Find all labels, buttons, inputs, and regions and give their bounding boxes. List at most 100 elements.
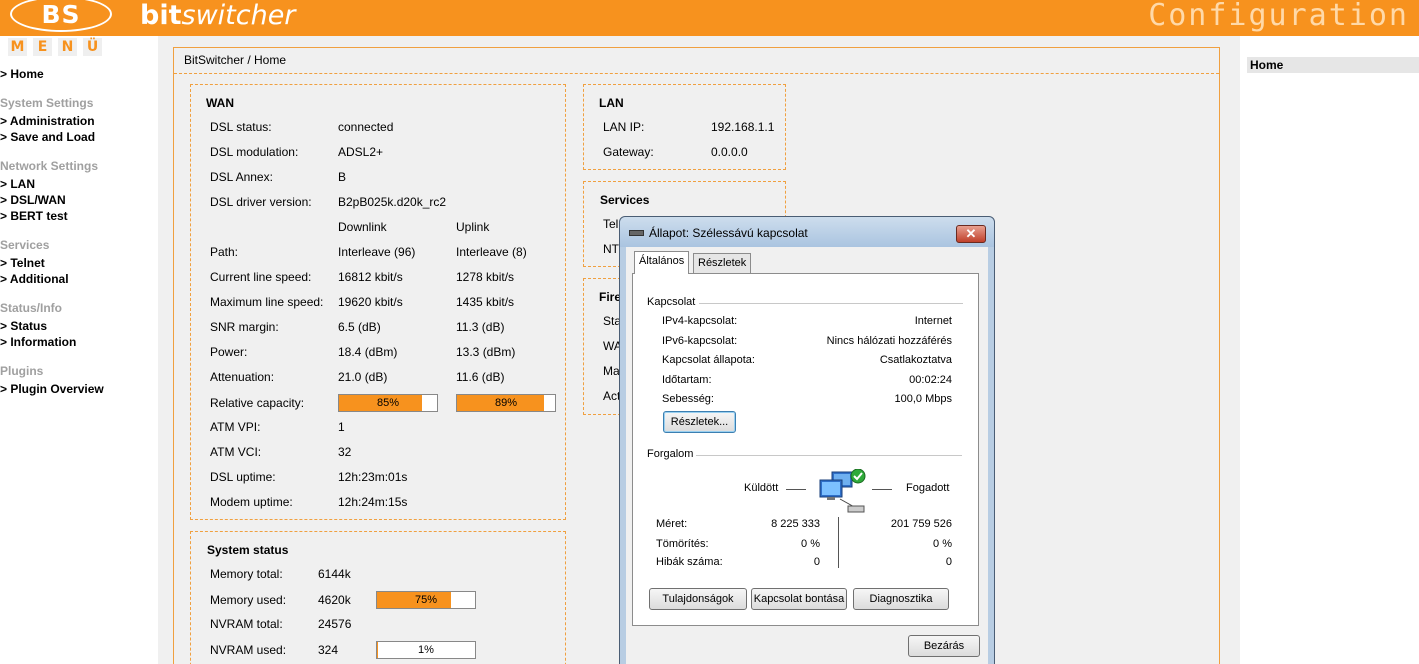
- wan-box: WAN DSL status: connected DSL modulation…: [190, 84, 566, 520]
- menu-item-lan[interactable]: > LAN: [0, 177, 35, 191]
- diagnose-button[interactable]: Diagnosztika: [853, 588, 949, 610]
- ipv6-label: IPv6-kapcsolat:: [662, 335, 738, 347]
- system-status-box: System status Memory total: 6144k Memory…: [190, 531, 566, 664]
- menu-item-information[interactable]: > Information: [0, 335, 76, 349]
- dsl-modulation-label: DSL modulation:: [210, 145, 299, 159]
- menu-item-additional[interactable]: > Additional: [0, 272, 69, 286]
- group-divider: [696, 455, 962, 456]
- disconnect-button[interactable]: Kapcsolat bontása: [751, 588, 847, 610]
- errors-sent: 0: [813, 556, 820, 568]
- dsl-uptime-value: 12h:23m:01s: [338, 470, 408, 484]
- state-label: Kapcsolat állapota:: [662, 354, 755, 366]
- lan-ip-value: 192.168.1.1: [711, 120, 775, 134]
- brand-name: bitswitcher: [140, 0, 296, 31]
- menu-item-telnet[interactable]: > Telnet: [0, 256, 45, 270]
- received-line: [872, 489, 892, 490]
- configuration-title: Configuration: [1148, 0, 1409, 33]
- tab-general[interactable]: Általános: [634, 251, 690, 274]
- close-icon[interactable]: ✕: [956, 225, 986, 243]
- compression-sent: 0 %: [801, 538, 820, 550]
- menu-title: M E N Ü: [8, 38, 102, 56]
- menu-item-dsl-wan[interactable]: > DSL/WAN: [0, 193, 66, 207]
- memory-total-label: Memory total:: [210, 567, 283, 581]
- properties-button[interactable]: Tulajdonságok: [649, 588, 747, 610]
- menu-item-save-load[interactable]: > Save and Load: [0, 130, 95, 144]
- ipv4-label: IPv4-kapcsolat:: [662, 315, 738, 327]
- network-computers-icon: [818, 468, 868, 514]
- relative-capacity-label: Relative capacity:: [210, 396, 305, 410]
- sent-label: Küldött: [744, 482, 779, 494]
- right-panel-home[interactable]: Home: [1247, 57, 1419, 73]
- dsl-annex-label: DSL Annex:: [210, 170, 273, 184]
- size-label: Méret:: [656, 518, 688, 530]
- menu-section-plugins: Plugins: [0, 364, 44, 378]
- wan-title: WAN: [206, 96, 234, 110]
- relative-capacity-up-bar: 89%: [456, 394, 556, 412]
- dialog-body: Általános Részletek Kapcsolat IPv4-kapcs…: [626, 247, 988, 664]
- menu-item-administration[interactable]: > Administration: [0, 114, 95, 128]
- power-up: 13.3 (dBm): [456, 345, 516, 359]
- breadcrumb: BitSwitcher / Home: [184, 53, 287, 67]
- nvram-used-label: NVRAM used:: [210, 643, 287, 657]
- network-adapter-icon: [629, 230, 644, 236]
- ipv4-value: Internet: [914, 315, 952, 327]
- max-speed-up: 1435 kbit/s: [456, 295, 515, 309]
- menu-item-bert-test[interactable]: > BERT test: [0, 209, 68, 223]
- speed-label: Sebesség:: [662, 393, 714, 405]
- current-speed-up: 1278 kbit/s: [456, 270, 515, 284]
- menu-item-status[interactable]: > Status: [0, 319, 47, 333]
- details-button[interactable]: Részletek...: [663, 411, 736, 433]
- close-button[interactable]: Bezárás: [908, 635, 980, 657]
- traffic-group-label: Forgalom: [647, 448, 694, 460]
- snr-down: 6.5 (dB): [338, 320, 381, 334]
- path-label: Path:: [210, 245, 239, 259]
- group-divider: [699, 303, 963, 304]
- errors-received: 0: [945, 556, 952, 568]
- header-bar: BS bitswitcher Configuration: [0, 0, 1419, 36]
- dialog-titlebar[interactable]: Állapot: Szélessávú kapcsolat ✕: [620, 217, 994, 247]
- received-label: Fogadott: [906, 482, 950, 494]
- speed-value: 100,0 Mbps: [894, 393, 952, 405]
- snr-up: 11.3 (dB): [456, 320, 505, 334]
- nvram-total-label: NVRAM total:: [210, 617, 283, 631]
- dsl-annex-value: B: [338, 170, 347, 184]
- right-panel: Home: [1240, 36, 1419, 664]
- downlink-header: Downlink: [338, 220, 387, 234]
- state-value: Csatlakoztatva: [879, 354, 952, 366]
- snr-label: SNR margin:: [210, 320, 279, 334]
- system-status-title: System status: [207, 543, 289, 557]
- lan-ip-label: LAN IP:: [603, 120, 645, 134]
- nvram-used-value: 324: [318, 643, 339, 657]
- tab-panel-general: Kapcsolat IPv4-kapcsolat: Internet IPv6-…: [632, 273, 979, 626]
- attenuation-label: Attenuation:: [210, 370, 275, 384]
- current-speed-label: Current line speed:: [210, 270, 312, 284]
- gateway-label: Gateway:: [603, 145, 654, 159]
- power-label: Power:: [210, 345, 248, 359]
- tab-details[interactable]: Részletek: [693, 253, 752, 273]
- menu-section-network: Network Settings: [0, 159, 99, 173]
- gateway-value: 0.0.0.0: [711, 145, 748, 159]
- current-speed-down: 16812 kbit/s: [338, 270, 403, 284]
- memory-used-label: Memory used:: [210, 593, 287, 607]
- duration-value: 00:02:24: [909, 374, 952, 386]
- errors-label: Hibák száma:: [656, 556, 723, 568]
- lan-box: LAN LAN IP: 192.168.1.1 Gateway: 0.0.0.0: [583, 84, 786, 170]
- dsl-driver-label: DSL driver version:: [210, 195, 312, 209]
- compression-label: Tömörítés:: [656, 538, 709, 550]
- menu-section-system: System Settings: [0, 96, 94, 110]
- ipv6-value: Nincs hálózati hozzáférés: [826, 335, 952, 347]
- atm-vpi-value: 1: [338, 420, 345, 434]
- nvram-used-bar: 1%: [376, 641, 476, 659]
- menu-section-services: Services: [0, 238, 50, 252]
- menu-item-home[interactable]: > Home: [0, 67, 44, 81]
- connection-status-dialog: Állapot: Szélessávú kapcsolat ✕ Általáno…: [619, 216, 995, 664]
- uplink-header: Uplink: [456, 220, 490, 234]
- menu-item-plugin-overview[interactable]: > Plugin Overview: [0, 382, 104, 396]
- duration-label: Időtartam:: [662, 374, 712, 386]
- services-title: Services: [600, 193, 650, 207]
- services-row-telnet: Tel: [603, 217, 619, 231]
- modem-uptime-label: Modem uptime:: [210, 495, 293, 509]
- atm-vci-label: ATM VCI:: [210, 445, 262, 459]
- memory-used-value: 4620k: [318, 593, 351, 607]
- firewall-row: Act: [603, 389, 621, 403]
